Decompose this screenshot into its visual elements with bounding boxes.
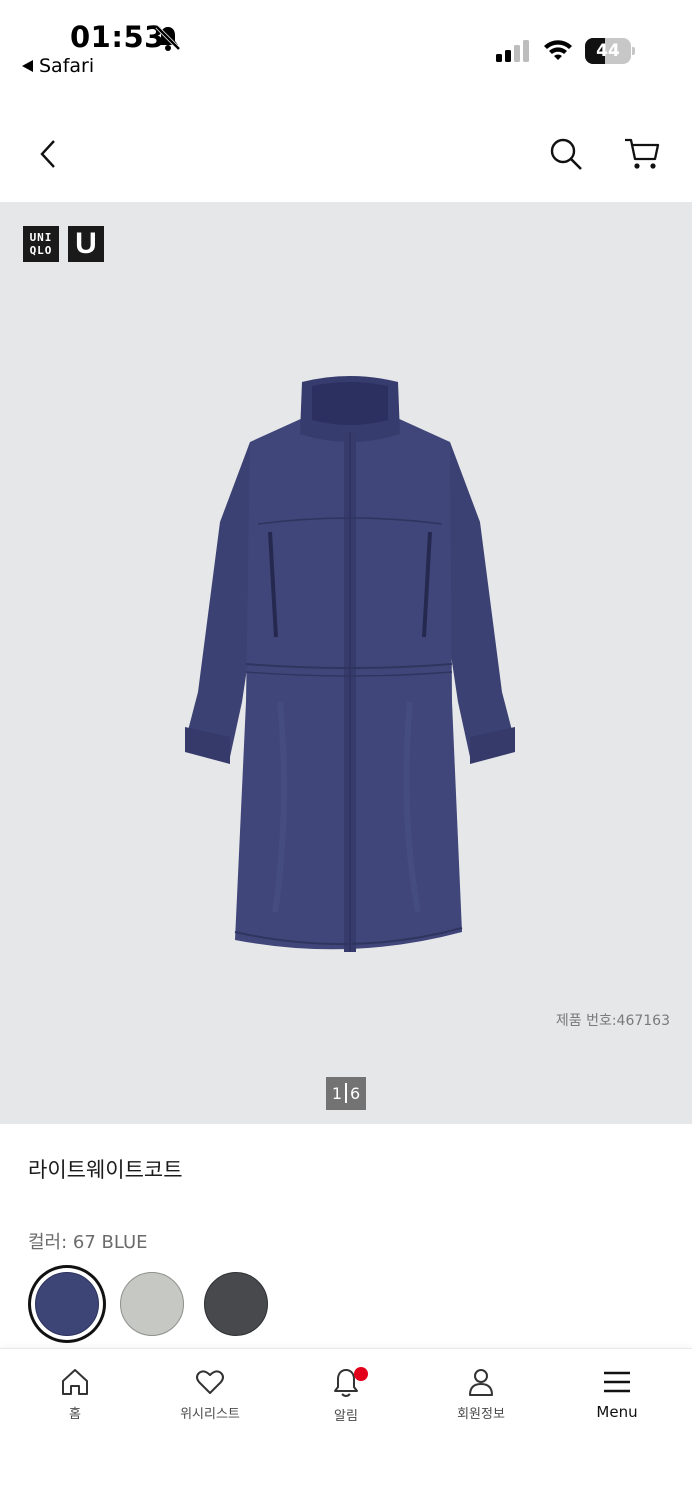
product-image-coat[interactable] <box>180 372 520 962</box>
uniqlo-logo: UNI QLO <box>23 226 59 262</box>
nav-account[interactable]: 회원정보 <box>431 1367 531 1422</box>
battery-level: 44 <box>596 41 620 61</box>
back-arrow-icon <box>22 60 33 72</box>
cart-icon <box>625 138 660 169</box>
nav-menu[interactable]: Menu <box>567 1367 667 1421</box>
menu-icon <box>604 1371 630 1393</box>
nav-notifications-label: 알림 <box>334 1409 358 1424</box>
color-swatch-gray[interactable] <box>120 1272 184 1336</box>
color-label: 컬러: 67 BLUE <box>28 1232 148 1253</box>
product-number: 제품 번호:467163 <box>555 1013 670 1029</box>
nav-menu-label: Menu <box>596 1403 638 1421</box>
back-icon <box>40 140 55 168</box>
search-icon <box>550 138 582 170</box>
bell-muted-icon <box>155 25 181 51</box>
heart-icon <box>196 1370 224 1394</box>
nav-account-label: 회원정보 <box>457 1407 505 1422</box>
home-icon <box>62 1369 88 1395</box>
status-time: 01:53 <box>70 20 165 54</box>
color-swatch-blue[interactable] <box>35 1272 99 1336</box>
back-app-label: Safari <box>39 55 95 77</box>
product-image-gallery[interactable]: UNI QLO U 제품 번호:467163 16 <box>0 202 692 1124</box>
app-header <box>0 90 692 202</box>
pager-current: 1 <box>331 1084 342 1103</box>
search-button[interactable] <box>544 132 588 176</box>
wifi-icon <box>544 40 572 60</box>
bottom-navigation: 홈 위시리스트 알림 회원정보 Menu <box>0 1348 692 1500</box>
user-icon <box>469 1369 493 1396</box>
cart-button[interactable] <box>620 132 664 176</box>
battery-indicator: 44 <box>585 38 635 64</box>
nav-home-label: 홈 <box>69 1407 81 1422</box>
back-to-safari[interactable]: Safari <box>22 55 94 77</box>
nav-home[interactable]: 홈 <box>25 1367 125 1422</box>
nav-wishlist-label: 위시리스트 <box>180 1407 240 1422</box>
battery-body: 44 <box>585 38 631 64</box>
color-swatch-dark-gray[interactable] <box>204 1272 268 1336</box>
pager-total: 6 <box>350 1084 361 1103</box>
uniqlo-u-logo: U <box>68 226 104 262</box>
status-bar: 01:53 Safari 44 <box>0 0 692 90</box>
cellular-signal-icon <box>496 40 529 62</box>
pager-divider <box>345 1083 347 1103</box>
nav-wishlist[interactable]: 위시리스트 <box>160 1367 260 1422</box>
back-button[interactable] <box>27 132 71 176</box>
image-pager: 16 <box>326 1077 366 1110</box>
battery-nub <box>632 47 635 55</box>
notification-badge <box>354 1367 368 1381</box>
product-title: 라이트웨이트코트 <box>28 1158 183 1182</box>
nav-notifications[interactable]: 알림 <box>296 1367 396 1424</box>
product-info: 라이트웨이트코트 컬러: 67 BLUE <box>0 1124 692 1350</box>
